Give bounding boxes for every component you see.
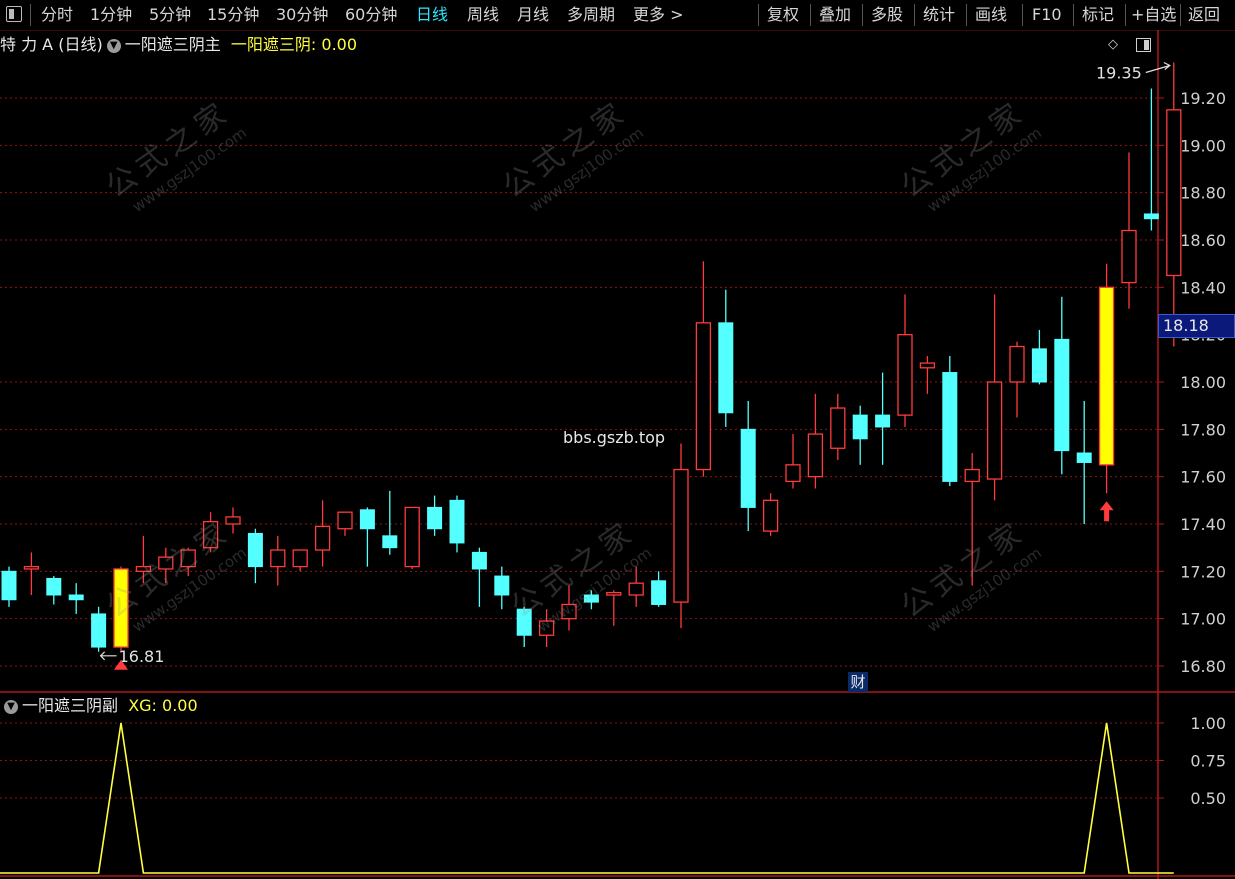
up-candle	[964, 468, 980, 483]
up-candle	[225, 516, 241, 525]
down-candle	[247, 532, 263, 568]
signal-candle	[1098, 286, 1115, 466]
y-tick-label: 18.40	[1180, 278, 1226, 297]
down-candle	[740, 428, 756, 508]
up-candle	[1166, 109, 1182, 277]
down-candle	[516, 608, 532, 636]
up-candle	[538, 620, 555, 636]
y-tick-label: 17.20	[1180, 562, 1226, 581]
sub-y-tick-label: 0.75	[1190, 752, 1226, 771]
up-candle	[1121, 229, 1137, 284]
y-tick-label: 18.00	[1180, 373, 1226, 392]
down-candle	[1076, 452, 1092, 463]
up-candle	[673, 468, 689, 603]
site-watermark-text: bbs.gszb.top	[563, 428, 666, 447]
financial-report-badge[interactable]: 财	[848, 672, 868, 692]
y-tick-label: 19.20	[1180, 89, 1226, 108]
min-price-label: 16.81	[119, 647, 165, 666]
y-tick-label: 18.80	[1180, 184, 1226, 203]
up-candle	[202, 520, 219, 549]
up-candle	[830, 407, 846, 449]
down-candle	[718, 322, 734, 414]
y-tick-label: 17.80	[1180, 420, 1226, 439]
down-candle	[942, 372, 958, 482]
up-candle	[986, 381, 1003, 480]
up-candle	[404, 506, 420, 568]
y-tick-label: 17.60	[1180, 468, 1226, 487]
sub-y-tick-label: 1.00	[1190, 714, 1226, 733]
up-candle	[561, 603, 577, 620]
signal-candle	[113, 568, 129, 648]
down-candle	[359, 509, 375, 530]
up-candle	[897, 334, 913, 416]
down-candle	[68, 594, 84, 601]
down-candle	[1143, 213, 1159, 220]
signal-arrow-up	[1099, 501, 1114, 522]
up-candle	[292, 549, 308, 568]
down-candle	[1, 570, 17, 601]
up-candle	[606, 591, 622, 596]
y-tick-label: 19.00	[1180, 136, 1226, 155]
up-candle	[180, 549, 196, 568]
down-candle	[382, 535, 398, 549]
up-candle	[23, 565, 40, 570]
y-tick-label: 17.40	[1180, 515, 1226, 534]
down-candle	[494, 575, 510, 596]
down-candle	[1054, 338, 1070, 452]
down-candle	[449, 499, 465, 544]
up-candle	[919, 362, 936, 369]
up-candle	[314, 525, 331, 551]
up-candle	[628, 582, 644, 596]
y-tick-label: 18.60	[1180, 231, 1226, 250]
down-candle	[583, 594, 599, 603]
up-candle	[785, 464, 801, 483]
down-candle	[471, 551, 487, 570]
down-candle	[875, 414, 891, 428]
up-candle	[337, 511, 353, 530]
down-candle	[427, 506, 443, 530]
up-candle	[695, 322, 712, 471]
down-candle	[46, 577, 62, 596]
last-price-tag: 18.18	[1158, 314, 1235, 338]
y-tick-label: 16.80	[1180, 657, 1226, 676]
down-candle	[651, 580, 667, 605]
down-candle	[1031, 348, 1047, 383]
up-candle	[135, 565, 152, 572]
max-price-label: 19.35	[1096, 64, 1142, 83]
min-arrow	[99, 651, 117, 661]
up-candle	[762, 499, 779, 532]
sub-y-tick-label: 0.50	[1190, 789, 1226, 808]
up-candle	[807, 433, 824, 478]
up-candle	[270, 549, 286, 568]
y-tick-label: 17.00	[1180, 610, 1226, 629]
up-candle	[158, 556, 174, 570]
up-candle	[1009, 345, 1025, 383]
down-candle	[852, 414, 868, 440]
down-candle	[91, 613, 107, 648]
